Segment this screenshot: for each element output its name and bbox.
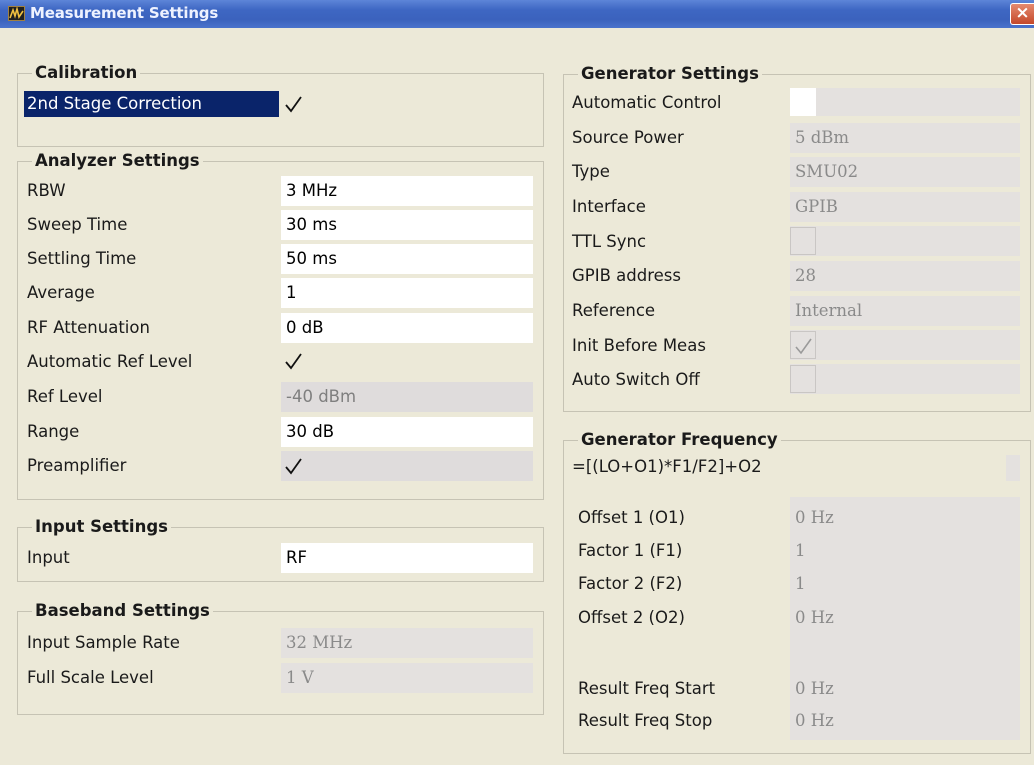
source-power-label: Source Power: [572, 128, 684, 147]
average-label: Average: [27, 283, 95, 302]
result-freq-stop-field: 0 Hz: [790, 706, 1020, 736]
rf-attenuation-field[interactable]: 0 dB: [281, 313, 533, 343]
init-before-meas-label: Init Before Meas: [572, 336, 706, 355]
full-scale-level-field: 1 V: [281, 663, 533, 693]
checkmark-icon: [285, 353, 302, 370]
interface-label: Interface: [572, 197, 646, 216]
settling-time-label: Settling Time: [27, 249, 137, 268]
calibration-title: Calibration: [32, 63, 141, 83]
rf-attenuation-label: RF Attenuation: [27, 318, 150, 337]
generator-settings-title: Generator Settings: [578, 64, 762, 84]
reference-label: Reference: [572, 301, 656, 320]
preamplifier-checkbox[interactable]: [281, 452, 307, 480]
gpib-address-label: GPIB address: [572, 266, 681, 285]
ref-level-label: Ref Level: [27, 387, 103, 406]
app-icon: [8, 6, 25, 21]
ref-level-field: -40 dBm: [281, 382, 533, 412]
rbw-label: RBW: [27, 181, 66, 200]
full-scale-level-label: Full Scale Level: [27, 668, 154, 687]
ttl-sync-row-bg: [790, 226, 1020, 256]
init-before-meas-row-bg: [790, 330, 1020, 360]
offset1-field: 0 Hz: [790, 503, 1020, 533]
type-field: SMU02: [790, 157, 1020, 187]
interface-field: GPIB: [790, 192, 1020, 222]
range-label: Range: [27, 422, 80, 441]
rbw-field[interactable]: 3 MHz: [281, 176, 533, 206]
ttl-sync-checkbox: [790, 227, 816, 255]
factor1-label: Factor 1 (F1): [578, 541, 683, 560]
auto-switch-off-label: Auto Switch Off: [572, 370, 700, 389]
reference-field: Internal: [790, 296, 1020, 326]
source-power-field: 5 dBm: [790, 123, 1020, 153]
type-label: Type: [572, 162, 610, 181]
close-icon[interactable]: ×: [1010, 3, 1034, 25]
frequency-formula: =[(LO+O1)*F1/F2]+O2: [572, 457, 762, 476]
sweep-time-label: Sweep Time: [27, 215, 128, 234]
second-stage-correction-checkbox[interactable]: [281, 90, 307, 118]
ttl-sync-label: TTL Sync: [572, 232, 647, 251]
automatic-control-checkbox[interactable]: [790, 88, 816, 116]
factor2-label: Factor 2 (F2): [578, 574, 683, 593]
input-sample-rate-field: 32 MHz: [281, 628, 533, 658]
baseband-settings-title: Baseband Settings: [32, 601, 213, 621]
window-titlebar[interactable]: Measurement Settings ×: [0, 0, 1034, 28]
preamplifier-label: Preamplifier: [27, 456, 127, 475]
result-freq-start-field: 0 Hz: [790, 674, 1020, 704]
formula-indicator: [1006, 455, 1020, 481]
auto-switch-off-checkbox: [790, 365, 816, 393]
offset2-label: Offset 2 (O2): [578, 608, 685, 627]
input-label: Input: [27, 548, 70, 567]
automatic-control-label: Automatic Control: [572, 93, 722, 112]
checkmark-icon: [285, 458, 302, 475]
input-field[interactable]: RF: [281, 543, 533, 573]
result-freq-start-label: Result Freq Start: [578, 679, 716, 698]
offset2-field: 0 Hz: [790, 603, 1020, 633]
average-field[interactable]: 1: [281, 278, 533, 308]
preamplifier-row-bg: [281, 451, 533, 481]
input-sample-rate-label: Input Sample Rate: [27, 633, 180, 652]
auto-switch-off-row-bg: [790, 364, 1020, 394]
result-freq-stop-label: Result Freq Stop: [578, 711, 713, 730]
checkmark-icon: [285, 96, 302, 113]
analyzer-settings-title: Analyzer Settings: [32, 151, 203, 171]
input-settings-title: Input Settings: [32, 517, 171, 537]
sweep-time-field[interactable]: 30 ms: [281, 210, 533, 240]
offset1-label: Offset 1 (O1): [578, 508, 685, 527]
automatic-ref-level-label: Automatic Ref Level: [27, 352, 193, 371]
init-before-meas-checkbox: [790, 331, 816, 359]
window-title: Measurement Settings: [30, 4, 219, 22]
automatic-ref-level-checkbox[interactable]: [281, 347, 307, 375]
second-stage-correction-label[interactable]: 2nd Stage Correction: [24, 91, 279, 117]
checkmark-icon: [795, 338, 812, 355]
gpib-address-field: 28: [790, 261, 1020, 291]
factor1-field: 1: [790, 536, 1020, 566]
range-field[interactable]: 30 dB: [281, 417, 533, 447]
automatic-control-row-bg: [816, 88, 1020, 116]
settling-time-field[interactable]: 50 ms: [281, 244, 533, 274]
generator-frequency-title: Generator Frequency: [578, 430, 781, 450]
factor2-field: 1: [790, 569, 1020, 599]
